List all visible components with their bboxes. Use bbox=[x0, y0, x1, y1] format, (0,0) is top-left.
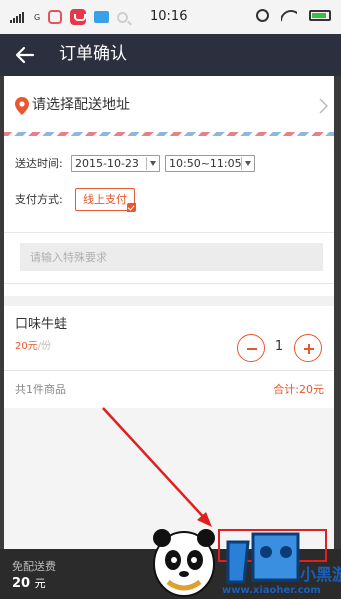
tmall-icon bbox=[70, 9, 87, 25]
back-arrow-icon[interactable] bbox=[14, 44, 36, 66]
dropdown-arrow-icon bbox=[245, 161, 251, 166]
delivery-slot-select[interactable]: 10:50~11:05 bbox=[165, 155, 255, 172]
checkout-amount: 20 元 bbox=[12, 576, 46, 591]
battery-icon bbox=[309, 10, 331, 21]
weibo-icon bbox=[48, 10, 63, 24]
delivery-date-select[interactable]: 2015-10-23 bbox=[71, 155, 160, 172]
wifi-icon bbox=[281, 10, 297, 22]
special-request-input[interactable] bbox=[20, 243, 323, 271]
payment-label: 支付方式: bbox=[15, 193, 63, 206]
mail-icon bbox=[94, 11, 110, 23]
online-payment-option[interactable]: 线上支付 bbox=[75, 188, 136, 212]
address-label: 请选择配送地址 bbox=[32, 97, 130, 113]
status-time: 10:16 bbox=[150, 9, 188, 24]
watermark-text: 小黑游戏 bbox=[300, 565, 341, 584]
increase-quantity-button[interactable] bbox=[294, 334, 322, 362]
payment-option-label: 线上支付 bbox=[83, 193, 127, 206]
delivery-slot-value: 10:50~11:05 bbox=[169, 157, 242, 170]
quantity-value: 1 bbox=[274, 339, 284, 354]
divider bbox=[4, 232, 334, 233]
delivery-time-label: 送达时间: bbox=[15, 157, 63, 170]
order-content: 请选择配送地址 送达时间: 2015-10-23 10:50~11:05 支付方… bbox=[4, 76, 334, 549]
chevron-right-icon bbox=[319, 98, 328, 114]
alarm-icon bbox=[256, 9, 269, 22]
item-price: 20元/份 bbox=[15, 341, 52, 352]
airmail-divider bbox=[4, 132, 334, 136]
plus-icon bbox=[304, 344, 314, 354]
delivery-fee-label: 免配送费 bbox=[12, 560, 56, 573]
check-icon bbox=[127, 203, 136, 212]
app-header: 订单确认 bbox=[0, 34, 341, 76]
address-selector[interactable]: 请选择配送地址 bbox=[4, 76, 334, 132]
section-gap bbox=[4, 296, 334, 306]
signal-icon bbox=[10, 11, 24, 23]
side-shadow-right bbox=[334, 76, 341, 549]
delivery-date-value: 2015-10-23 bbox=[75, 157, 139, 170]
divider bbox=[4, 283, 334, 284]
page-title: 订单确认 bbox=[59, 44, 127, 64]
search-icon bbox=[117, 11, 129, 23]
decrease-quantity-button[interactable] bbox=[237, 334, 265, 362]
minus-icon bbox=[247, 348, 257, 350]
watermark-url: www.xiaoher.com bbox=[222, 585, 321, 596]
item-count: 共1件商品 bbox=[15, 383, 66, 396]
network-type: G bbox=[34, 12, 41, 22]
dropdown-arrow-icon bbox=[150, 161, 156, 166]
divider bbox=[4, 370, 334, 371]
item-name: 口味牛蛙 bbox=[15, 317, 68, 332]
order-total: 合计:20元 bbox=[273, 383, 324, 396]
status-bar: G 10:16 bbox=[0, 0, 341, 34]
location-pin-icon bbox=[15, 97, 29, 115]
